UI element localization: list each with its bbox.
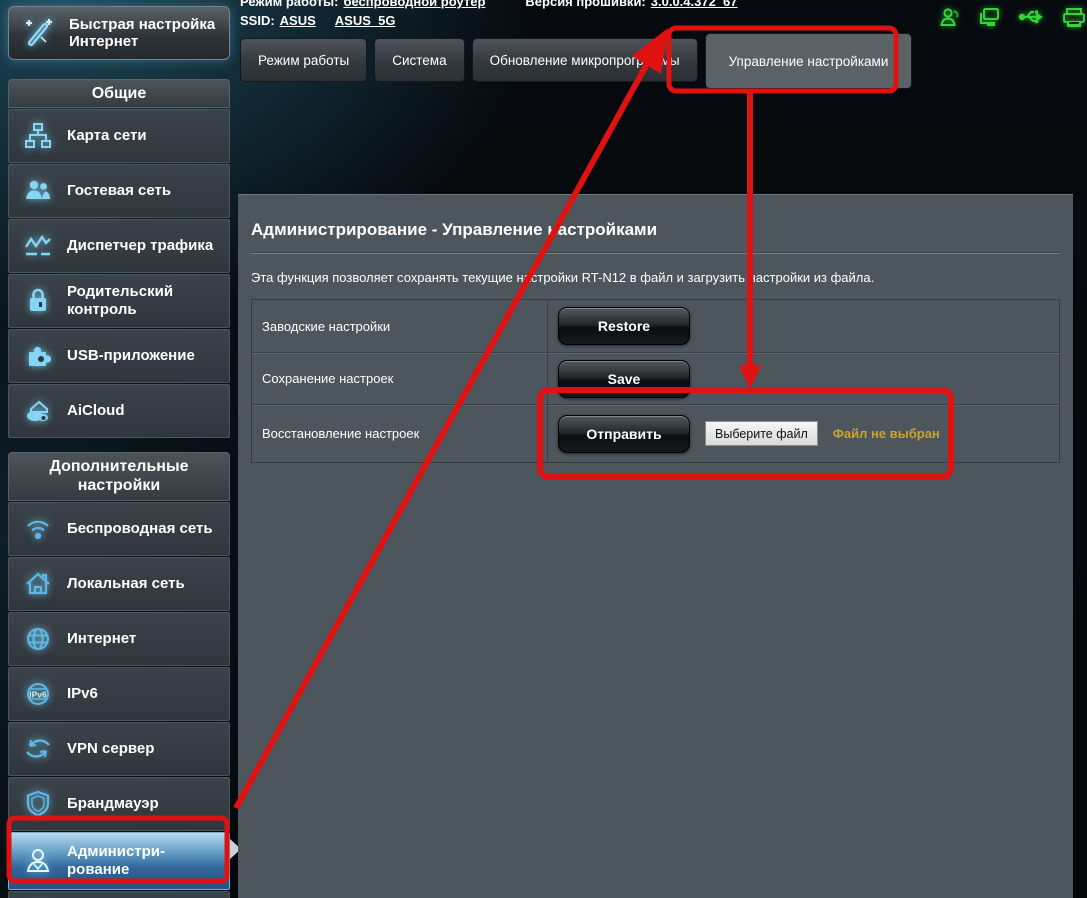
sidebar-item-traffic-manager[interactable]: Диспетчер трафика [8, 219, 230, 274]
section-header-general: Общие [8, 79, 230, 109]
sidebar-item-label: Интернет [67, 629, 137, 647]
title-divider [251, 252, 1060, 254]
firewall-icon [9, 789, 67, 819]
top-info-line1: Режим работы: беспроводной роутер Версия п… [240, 0, 738, 11]
vpn-server-icon [9, 734, 67, 764]
sidebar-item-ipv6[interactable]: IPv6 IPv6 [8, 666, 230, 721]
row-label: Сохранение настроек [252, 353, 548, 404]
restore-button[interactable]: Restore [558, 307, 690, 345]
sidebar-item-label: Администри-рование [67, 842, 166, 878]
clients-status-icon[interactable] [977, 5, 1003, 34]
wireless-icon [9, 514, 67, 544]
network-map-icon [9, 121, 67, 151]
page-description: Эта функция позволяет сохранять текущие … [251, 270, 875, 285]
sidebar-item-label: USB-приложение [67, 347, 195, 365]
top-info-bar: Режим работы: беспроводной роутер Версия п… [240, 0, 738, 30]
sidebar-section-general: Общие Карта сети Гостевая сеть Диспетчер… [8, 79, 230, 439]
sidebar-item-guest-network[interactable]: Гостевая сеть [8, 164, 230, 219]
sidebar-item-parental-control[interactable]: Родительский контроль [8, 274, 230, 329]
tab-label: Режим работы [258, 52, 350, 68]
choose-file-button[interactable]: Выберите файл [705, 421, 818, 446]
parental-control-icon [9, 286, 67, 316]
tab-label: Система [392, 52, 447, 68]
router-admin-screen: Режим работы: беспроводной роутер Версия п… [0, 0, 1087, 898]
tab-bar: Режим работы Система Обновление микропро… [240, 33, 913, 89]
traffic-manager-icon [9, 231, 67, 261]
row-label: Заводские настройки [252, 300, 548, 352]
sidebar-item-lan[interactable]: Локальная сеть [8, 556, 230, 611]
sidebar-item-label: Родительский контроль [67, 283, 174, 319]
usb-application-icon [9, 341, 67, 371]
sidebar-item-network-map[interactable]: Карта сети [8, 109, 230, 164]
quick-setup-button[interactable]: Быстрая настройка Интернет [8, 6, 230, 60]
tab-settings-management[interactable]: Управление настройками [704, 33, 913, 89]
firmware-label: Версия прошивки: [525, 0, 646, 9]
tab-label: Управление настройками [728, 53, 889, 69]
aicloud-icon [9, 396, 67, 426]
save-button[interactable]: Save [558, 359, 690, 398]
firmware-link[interactable]: 3.0.0.4.372_67 [651, 0, 738, 9]
ssid-label: SSID: [240, 13, 275, 28]
ssid-link-2[interactable]: ASUS_5G [335, 13, 396, 28]
table-row-restore-settings: Восстановление настроек Отправить Выбери… [252, 404, 1059, 462]
page-title: Администрирование - Управление настройка… [251, 220, 658, 239]
sidebar-item-wireless[interactable]: Беспроводная сеть [8, 501, 230, 556]
sidebar-item-label: Карта сети [67, 127, 147, 145]
sidebar-item-label: Гостевая сеть [67, 182, 172, 200]
row-label: Восстановление настроек [252, 405, 548, 462]
sidebar-item-administration[interactable]: Администри-рование [8, 831, 230, 890]
ipv6-icon-text: IPv6 [29, 689, 47, 699]
sidebar-item-firewall[interactable]: Брандмауэр [8, 776, 230, 831]
mode-link[interactable]: беспроводной роутер [343, 0, 485, 9]
sidebar-item-aicloud[interactable]: AiCloud [8, 384, 230, 439]
sidebar-item-label: VPN сервер [67, 739, 155, 757]
sidebar-item-label: Диспетчер трафика [67, 237, 214, 255]
sidebar-section-advanced: Дополнительные настройки Беспроводная се… [8, 452, 230, 898]
content-panel: Администрирование - Управление настройка… [238, 194, 1073, 898]
sidebar-item-label: Беспроводная сеть [67, 519, 213, 537]
tab-label: Обновление микропрограммы [489, 52, 680, 68]
upload-button[interactable]: Отправить [558, 414, 690, 453]
tab-firmware-upgrade[interactable]: Обновление микропрограммы [471, 38, 698, 82]
mode-label: Режим работы: [240, 0, 339, 9]
printer-status-icon[interactable] [1061, 5, 1087, 34]
sidebar: Быстрая настройка Интернет Общие Карта с… [8, 6, 230, 898]
user-status-icon[interactable] [938, 5, 962, 34]
internet-icon [9, 624, 67, 654]
sidebar-item-label: Локальная сеть [67, 574, 185, 592]
ipv6-icon: IPv6 [9, 679, 67, 709]
tab-system[interactable]: Система [374, 38, 465, 82]
sidebar-item-internet[interactable]: Интернет [8, 611, 230, 666]
table-row-factory-default: Заводские настройки Restore [252, 300, 1059, 352]
settings-table: Заводские настройки Restore Сохранение н… [251, 299, 1060, 463]
guest-network-icon [9, 176, 67, 206]
tab-operation-mode[interactable]: Режим работы [240, 38, 368, 82]
quick-setup-label: Быстрая настройка Интернет [69, 15, 216, 50]
table-row-save-settings: Сохранение настроек Save [252, 352, 1059, 404]
lan-icon [9, 569, 67, 599]
administration-icon [9, 845, 67, 877]
ssid-link-1[interactable]: ASUS [280, 13, 316, 28]
sidebar-item-label: Брандмауэр [67, 794, 159, 812]
sidebar-item-system-log[interactable]: Системный [8, 890, 230, 898]
sidebar-item-label: AiCloud [67, 402, 125, 420]
sidebar-item-usb-application[interactable]: USB-приложение [8, 329, 230, 384]
section-header-advanced: Дополнительные настройки [8, 452, 230, 501]
sidebar-item-vpn-server[interactable]: VPN сервер [8, 721, 230, 776]
sidebar-item-label: IPv6 [67, 684, 98, 702]
top-info-line2: SSID: ASUS ASUS_5G [240, 11, 738, 30]
usb-status-icon[interactable] [1018, 5, 1046, 34]
status-icon-bar [938, 5, 1087, 34]
file-status-text: Файл не выбран [832, 426, 940, 441]
magic-wand-icon [17, 15, 61, 51]
